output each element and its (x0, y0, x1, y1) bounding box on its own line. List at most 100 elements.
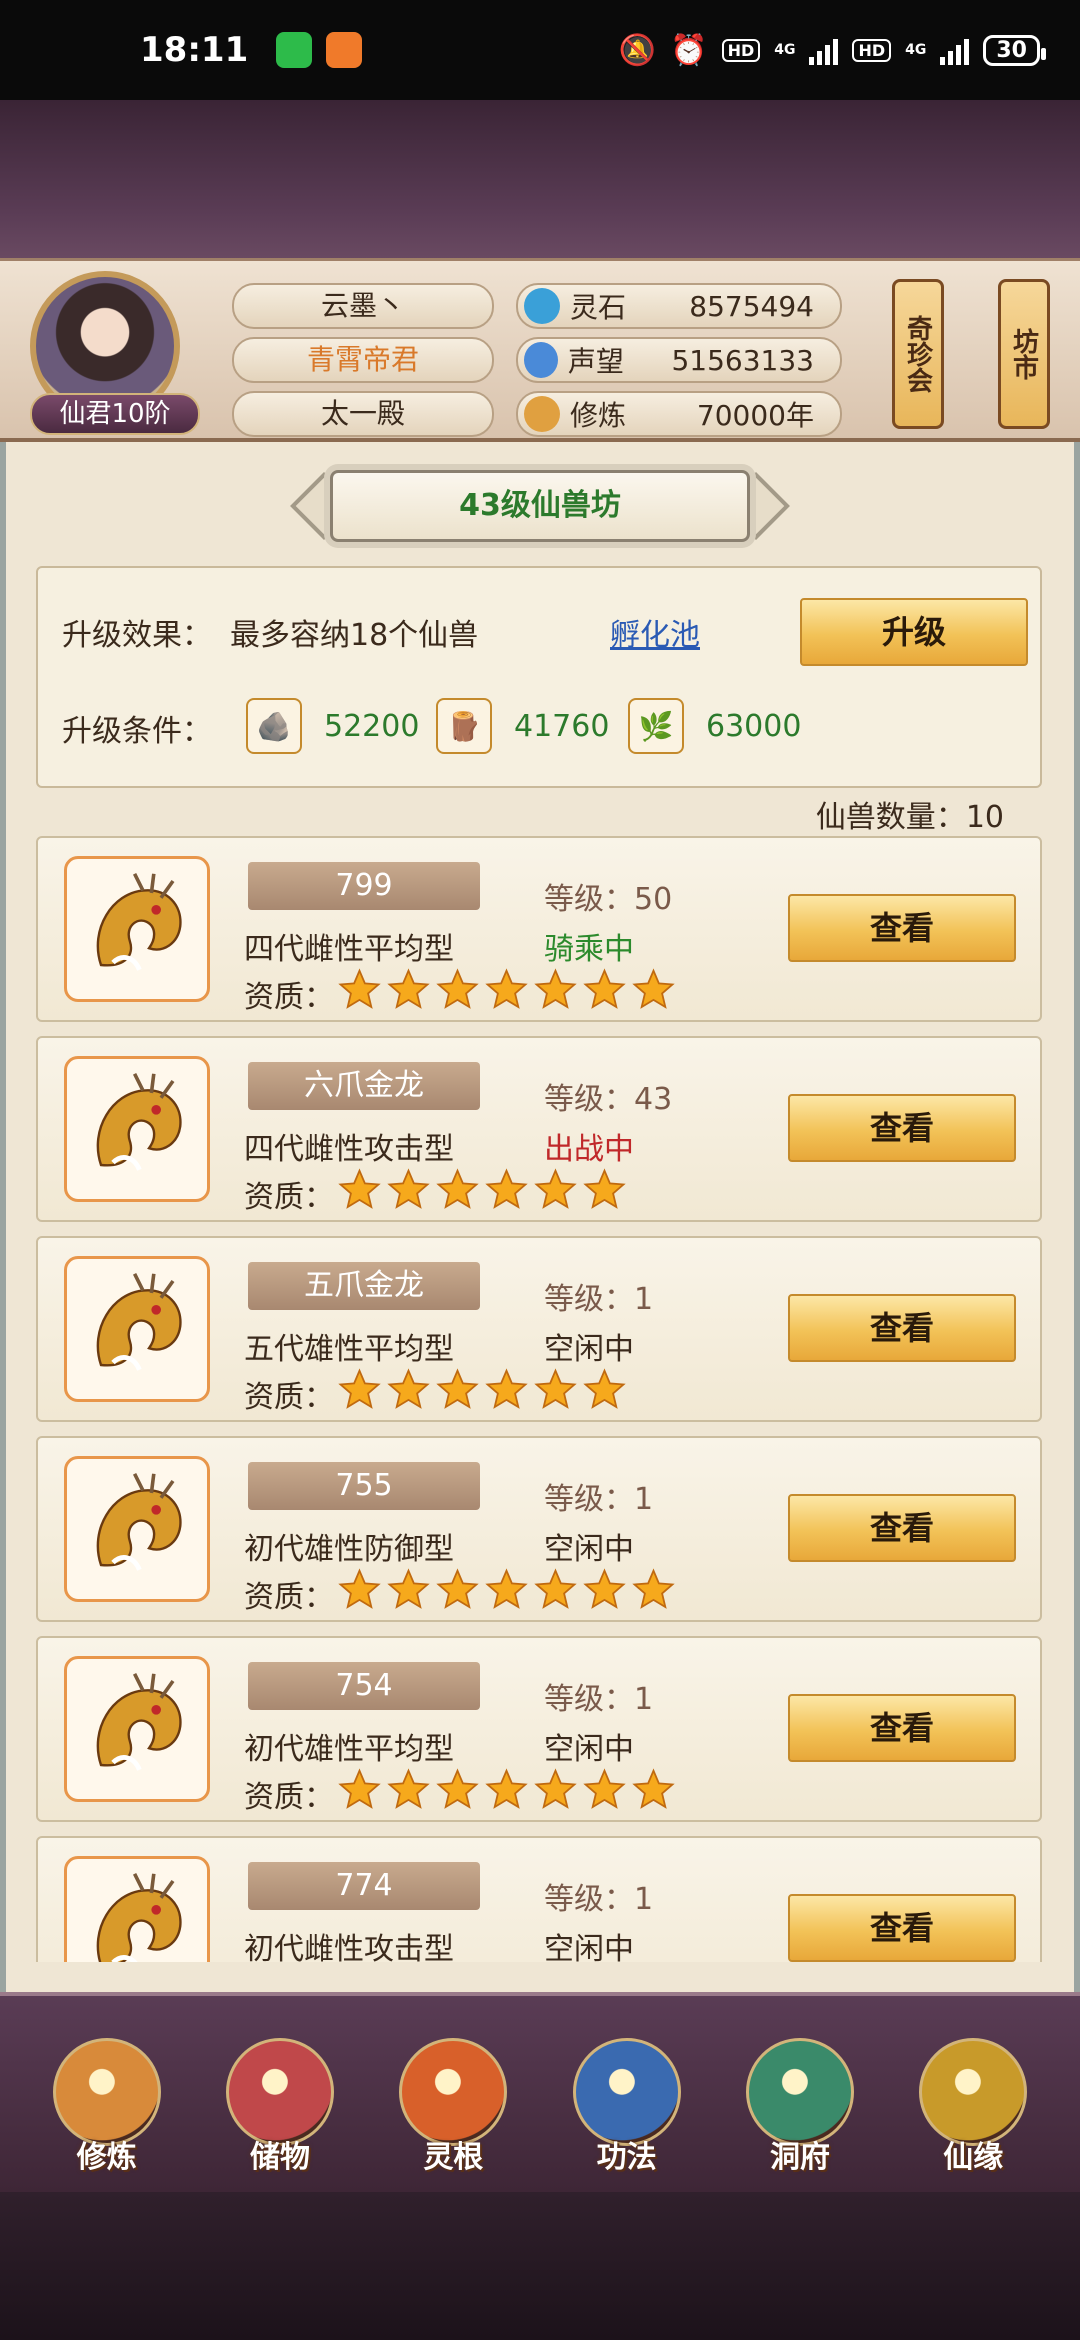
star-icon (338, 1368, 381, 1419)
dragon-pet-icon[interactable] (64, 1056, 210, 1202)
upgrade-button[interactable]: 升级 (800, 598, 1028, 666)
star-icon (583, 1368, 626, 1419)
pet-list[interactable]: 799 四代雌性平均型 资质： 等级：50 骑乘中 查看六爪金龙四代雌性攻击型 资质： 等级：… (36, 832, 1042, 1962)
aptitude-stars (338, 1368, 626, 1419)
star-icon (583, 1168, 626, 1219)
pet-card[interactable]: 799 四代雌性平均型 资质： 等级：50 骑乘中 查看 (36, 836, 1042, 1022)
signal-icon (809, 35, 839, 65)
bottom-bar-fill (0, 2192, 1080, 2340)
view-pet-button[interactable]: 查看 (788, 1294, 1016, 1362)
dragon-pet-icon[interactable] (64, 1256, 210, 1402)
player-sect: 太一殿 (232, 391, 494, 437)
upgrade-effect-text: 最多容纳18个仙兽 (230, 618, 479, 653)
network-type: 4G (774, 42, 796, 58)
star-icon (632, 1768, 675, 1819)
view-pet-button[interactable]: 查看 (788, 1894, 1016, 1962)
pet-aptitude: 资质： (244, 1168, 626, 1219)
star-icon (534, 1768, 577, 1819)
pet-name: 774 (248, 1862, 480, 1910)
view-pet-button[interactable]: 查看 (788, 1694, 1016, 1762)
dragon-pet-icon[interactable] (64, 1656, 210, 1802)
herb-icon: 🌿 (628, 698, 684, 754)
star-icon (436, 1168, 479, 1219)
pet-type: 四代雌性平均型 (244, 932, 454, 967)
pet-type: 四代雌性攻击型 (244, 1132, 454, 1167)
cultivate-icon (52, 2038, 161, 2146)
nav-item-storage-bag[interactable]: 储物 (205, 2038, 355, 2176)
star-icon (485, 1168, 528, 1219)
pet-level: 等级：1 (544, 1474, 653, 1518)
material-value: 41760 (514, 708, 610, 744)
aptitude-stars (338, 1168, 626, 1219)
pet-aptitude: 资质： (244, 1768, 675, 1819)
aptitude-label: 资质： (244, 1579, 334, 1615)
aptitude-label: 资质： (244, 1779, 334, 1815)
star-icon (436, 1768, 479, 1819)
storage-bag-icon (225, 2038, 334, 2146)
pet-status: 空闲中 (544, 1932, 634, 1962)
pet-card[interactable]: 六爪金龙 四代雌性攻击型 资质： 等级：43 出战中 查看 (36, 1036, 1042, 1222)
pet-status: 空闲中 (544, 1732, 634, 1767)
pet-status: 空闲中 (544, 1532, 634, 1567)
level-label: 等级： (544, 1082, 634, 1117)
aptitude-stars (338, 1568, 675, 1619)
pet-status: 出战中 (544, 1132, 634, 1167)
scripture-book-icon (572, 2038, 681, 2146)
material-wood: 🪵 41760 (436, 698, 609, 754)
avatar-area[interactable]: 仙君10阶 (30, 271, 200, 435)
star-icon (485, 968, 528, 1019)
pet-type: 五代雄性平均型 (244, 1332, 454, 1367)
nav-label: 灵根 (423, 2140, 484, 2175)
view-pet-button[interactable]: 查看 (788, 1094, 1016, 1162)
resource-label: 修炼 (570, 399, 627, 432)
star-icon (436, 968, 479, 1019)
star-icon (534, 968, 577, 1019)
resource-value: 51563133 (671, 343, 814, 377)
player-name: 云墨丶 (232, 283, 494, 329)
pet-level: 等级：1 (544, 1674, 653, 1718)
nav-item-spirit-root[interactable]: 灵根 (378, 2038, 528, 2176)
hatch-pool-link[interactable]: 孵化池 (610, 610, 700, 654)
level-label: 等级： (544, 882, 634, 917)
level-value: 50 (634, 882, 673, 917)
nav-item-scripture-book[interactable]: 功法 (552, 2038, 702, 2176)
pet-card[interactable]: 755 初代雄性防御型 资质： 等级：1 空闲中 查看 (36, 1436, 1042, 1622)
dragon-pet-icon[interactable] (64, 1456, 210, 1602)
meditation-icon (524, 396, 560, 432)
level-value: 43 (634, 1082, 673, 1117)
upgrade-box: 升级效果： 最多容纳18个仙兽 孵化池 升级 升级条件： 🪨 52200 🪵 4… (36, 566, 1042, 788)
star-icon (436, 1368, 479, 1419)
star-icon (632, 968, 675, 1019)
pet-card[interactable]: 774初代雌性攻击型资质：等级：1空闲中查看 (36, 1836, 1042, 1962)
market-button[interactable]: 坊市 (998, 279, 1050, 429)
nav-item-gourd[interactable]: 仙缘 (898, 2038, 1048, 2176)
star-icon (583, 1768, 626, 1819)
spirit-stone-icon (524, 288, 560, 324)
level-value: 1 (634, 1482, 654, 1517)
status-bar: 18:11 🔕 ⏰ HD 4G HD 4G 30 (0, 0, 1080, 100)
nav-item-cave-mansion[interactable]: 洞府 (725, 2038, 875, 2176)
star-icon (583, 1568, 626, 1619)
view-pet-button[interactable]: 查看 (788, 894, 1016, 962)
pet-card[interactable]: 五爪金龙 五代雄性平均型 资质： 等级：1 空闲中 查看 (36, 1236, 1042, 1422)
star-icon (387, 1568, 430, 1619)
gourd-icon (919, 2038, 1028, 2146)
panel-title: 43级仙兽坊 (330, 470, 750, 542)
view-pet-button[interactable]: 查看 (788, 1494, 1016, 1562)
dragon-pet-icon[interactable] (64, 1856, 210, 1962)
battery-icon: 30 (983, 34, 1046, 66)
pet-level: 等级：43 (544, 1074, 672, 1118)
ore-icon: 🪨 (246, 698, 302, 754)
star-icon (534, 1168, 577, 1219)
level-label: 等级： (544, 1682, 634, 1717)
treasure-fair-button[interactable]: 奇珍会 (892, 279, 944, 429)
star-icon (632, 1568, 675, 1619)
dragon-pet-icon[interactable] (64, 856, 210, 1002)
star-icon (485, 1368, 528, 1419)
pet-name: 六爪金龙 (248, 1062, 480, 1110)
nav-item-cultivate[interactable]: 修炼 (32, 2038, 182, 2176)
player-title: 青霄帝君 (232, 337, 494, 383)
pet-card[interactable]: 754 初代雄性平均型 资质： 等级：1 空闲中 查看 (36, 1636, 1042, 1822)
star-icon (534, 1368, 577, 1419)
pet-level: 等级：50 (544, 874, 672, 918)
